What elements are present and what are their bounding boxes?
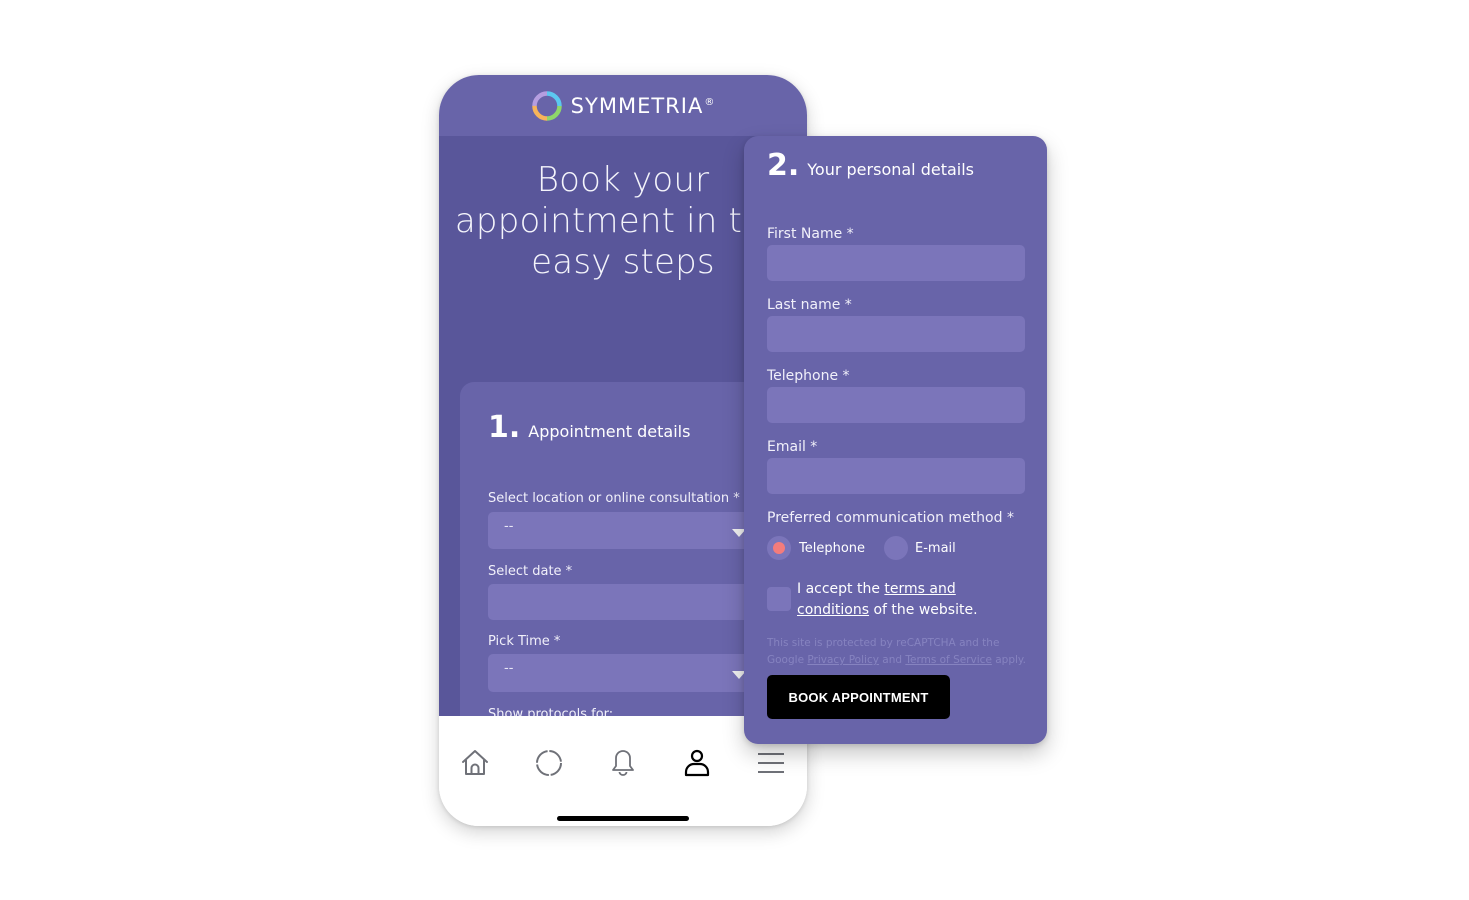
terms-text: I accept the terms and conditions of the… bbox=[797, 581, 978, 618]
last-name-input[interactable] bbox=[767, 316, 1025, 352]
user-icon[interactable] bbox=[681, 747, 713, 779]
step-number: 2. bbox=[767, 148, 800, 183]
location-select[interactable]: -- bbox=[488, 512, 750, 549]
first-name-input[interactable] bbox=[767, 245, 1025, 281]
protocols-label: Show protocols for: bbox=[488, 707, 614, 716]
step-number: 1. bbox=[488, 410, 521, 445]
communication-method-label: Preferred communication method * bbox=[767, 510, 1014, 526]
telephone-radio[interactable] bbox=[767, 536, 791, 560]
step-title: Your personal details bbox=[807, 160, 975, 179]
time-select[interactable]: -- bbox=[488, 654, 750, 692]
step1-heading: 1. Appointment details bbox=[488, 410, 690, 445]
brand-name: SYMMETRIA® bbox=[570, 93, 716, 118]
telephone-input[interactable] bbox=[767, 387, 1025, 423]
time-select-value: -- bbox=[504, 661, 514, 676]
telephone-label: Telephone * bbox=[767, 368, 850, 384]
location-label: Select location or online consultation * bbox=[488, 491, 740, 506]
email-radio-label: E-mail bbox=[915, 541, 956, 556]
personal-details-card: 2. Your personal details First Name * La… bbox=[744, 136, 1047, 744]
app-header: SYMMETRIA® bbox=[439, 75, 807, 136]
menu-icon[interactable] bbox=[755, 747, 787, 779]
date-input[interactable] bbox=[488, 584, 750, 620]
home-icon[interactable] bbox=[459, 747, 491, 779]
email-radio[interactable] bbox=[884, 536, 908, 560]
step-title: Appointment details bbox=[528, 422, 691, 441]
book-appointment-button[interactable]: BOOK APPOINTMENT bbox=[767, 675, 950, 719]
date-label: Select date * bbox=[488, 564, 573, 579]
symmetria-ring-icon bbox=[531, 90, 562, 121]
telephone-radio-label: Telephone bbox=[799, 541, 866, 556]
first-name-label: First Name * bbox=[767, 226, 854, 242]
email-label: Email * bbox=[767, 439, 818, 455]
radio-selected-dot bbox=[773, 542, 785, 554]
recaptcha-notice: This site is protected by reCAPTCHA and … bbox=[767, 637, 1026, 666]
brand-logo[interactable]: SYMMETRIA® bbox=[531, 90, 716, 122]
privacy-policy-link[interactable]: Privacy Policy bbox=[807, 654, 879, 666]
bell-icon[interactable] bbox=[607, 747, 639, 779]
step2-heading: 2. Your personal details bbox=[767, 148, 974, 183]
home-indicator bbox=[557, 816, 689, 821]
location-select-value: -- bbox=[504, 519, 514, 534]
last-name-label: Last name * bbox=[767, 297, 852, 313]
terms-checkbox[interactable] bbox=[767, 587, 791, 611]
terms-of-service-link[interactable]: Terms of Service bbox=[905, 654, 992, 666]
time-label: Pick Time * bbox=[488, 634, 561, 649]
email-input[interactable] bbox=[767, 458, 1025, 494]
circle-icon[interactable] bbox=[533, 747, 565, 779]
